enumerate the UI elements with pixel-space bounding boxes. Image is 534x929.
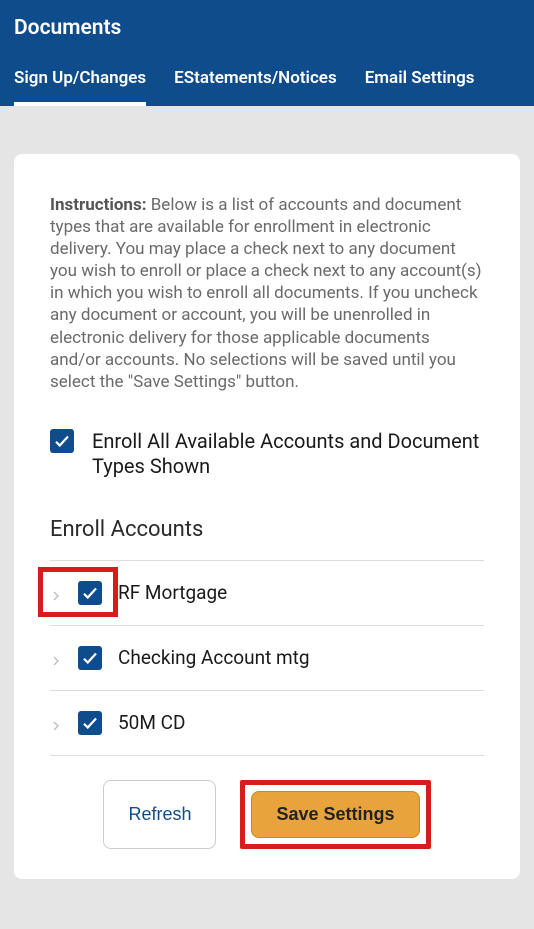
tab-email-settings[interactable]: Email Settings [365,68,475,106]
account-row-rf-mortgage: RF Mortgage [50,561,484,625]
actions-row: Refresh Save Settings [50,780,484,849]
enroll-all-row: Enroll All Available Accounts and Docume… [50,429,484,479]
account-checkbox[interactable] [78,581,102,605]
tab-sign-up-changes[interactable]: Sign Up/Changes [14,68,146,106]
header: Documents Sign Up/Changes EStatements/No… [0,0,534,106]
page-title: Documents [14,16,520,40]
divider [50,755,484,756]
section-title: Enroll Accounts [50,517,484,542]
account-checkbox[interactable] [78,646,102,670]
highlight-annotation: Save Settings [240,780,430,849]
account-row-checking: Checking Account mtg [50,626,484,690]
instructions-text: Instructions: Below is a list of account… [50,194,484,393]
account-label: Checking Account mtg [118,646,310,669]
chevron-right-icon[interactable] [50,717,62,729]
instructions-label: Instructions: [50,195,147,215]
instructions-body: Below is a list of accounts and document… [50,195,482,392]
account-row-50m-cd: 50M CD [50,691,484,755]
check-icon [81,714,99,732]
chevron-right-icon[interactable] [50,652,62,664]
check-icon [53,432,71,450]
card: Instructions: Below is a list of account… [14,154,520,879]
tabs: Sign Up/Changes EStatements/Notices Emai… [14,68,520,106]
enroll-all-label: Enroll All Available Accounts and Docume… [92,429,484,479]
check-icon [81,649,99,667]
content: Instructions: Below is a list of account… [0,106,534,879]
enroll-all-checkbox[interactable] [50,429,74,453]
refresh-button[interactable]: Refresh [103,780,216,849]
tab-estatements-notices[interactable]: EStatements/Notices [174,68,337,106]
account-checkbox[interactable] [78,711,102,735]
check-icon [81,584,99,602]
chevron-right-icon[interactable] [50,587,62,599]
account-label: 50M CD [118,711,186,734]
save-settings-button[interactable]: Save Settings [251,791,419,838]
account-label: RF Mortgage [118,581,227,604]
